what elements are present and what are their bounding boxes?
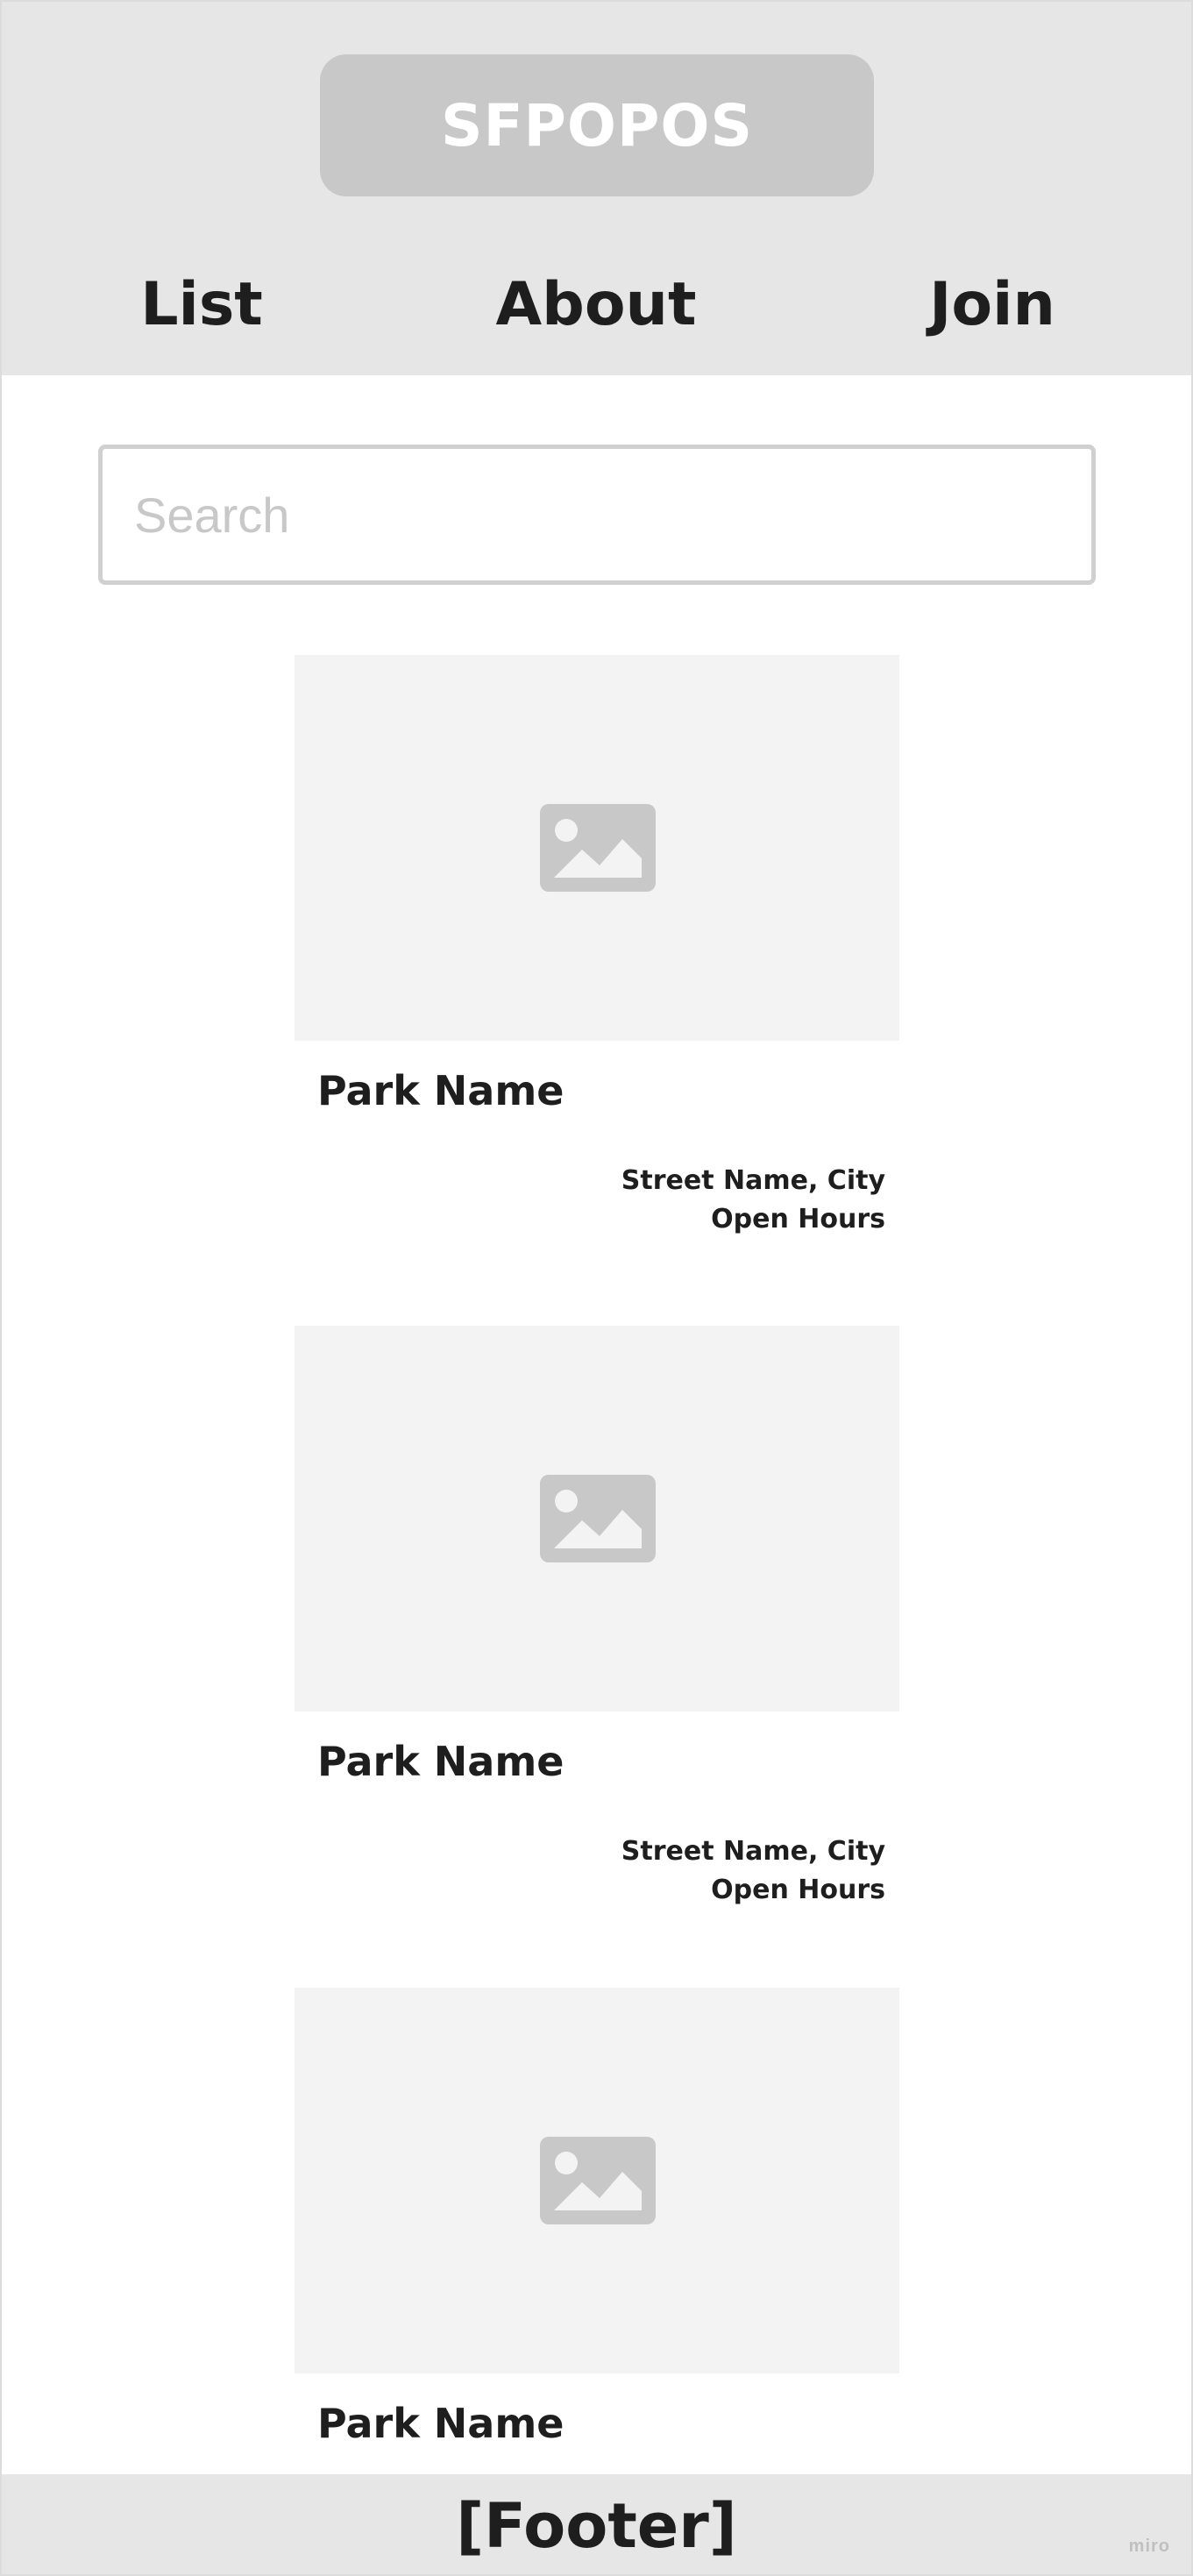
park-details: Street Name, City Open Hours xyxy=(621,1162,885,1239)
park-name[interactable]: Park Name xyxy=(317,2400,564,2447)
nav-join-link[interactable]: Join xyxy=(861,261,1124,349)
park-hours: Open Hours xyxy=(711,1875,885,1905)
park-card[interactable]: Park Name xyxy=(295,1988,899,2447)
park-image-placeholder xyxy=(295,1988,899,2373)
park-name[interactable]: Park Name xyxy=(317,1738,564,1785)
park-address: Street Name, City xyxy=(621,1165,885,1196)
park-name[interactable]: Park Name xyxy=(317,1067,564,1114)
site-logo[interactable]: SFPOPOS xyxy=(320,54,874,196)
park-details: Street Name, City Open Hours xyxy=(621,1832,885,1910)
nav-list-link[interactable]: List xyxy=(70,261,333,349)
park-address: Street Name, City xyxy=(621,1836,885,1867)
park-image-placeholder xyxy=(295,1326,899,1711)
image-placeholder-icon xyxy=(540,2137,656,2224)
search-input[interactable] xyxy=(98,445,1096,585)
image-placeholder-icon xyxy=(540,1475,656,1562)
park-hours: Open Hours xyxy=(711,1204,885,1235)
park-card[interactable]: Park Name Street Name, City Open Hours xyxy=(295,1326,899,1905)
park-card[interactable]: Park Name Street Name, City Open Hours xyxy=(295,655,899,1235)
miro-watermark: miro xyxy=(1128,2537,1170,2556)
image-placeholder-icon xyxy=(540,804,656,892)
header: SFPOPOS List About Join xyxy=(2,2,1191,375)
park-image-placeholder xyxy=(295,655,899,1041)
footer-text: [Footer] xyxy=(456,2490,737,2562)
page: SFPOPOS List About Join Park Name Street… xyxy=(0,0,1193,2576)
main-nav: List About Join xyxy=(2,261,1191,349)
nav-about-link[interactable]: About xyxy=(465,261,728,349)
footer: [Footer] miro xyxy=(2,2474,1191,2574)
